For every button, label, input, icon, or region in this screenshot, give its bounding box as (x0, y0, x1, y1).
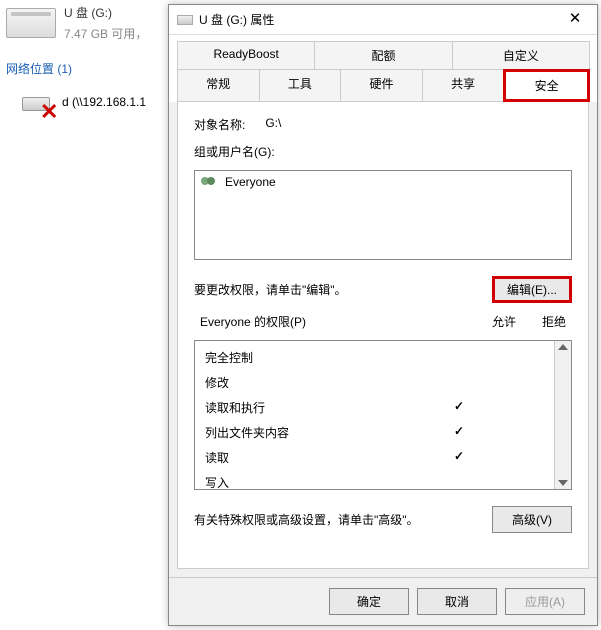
permission-marks: ✓ (454, 399, 544, 416)
disconnected-x-icon: ✕ (40, 99, 58, 125)
check-icon: ✓ (454, 424, 464, 441)
group-item-everyone[interactable]: Everyone (197, 173, 569, 191)
tab-security[interactable]: 安全 (503, 69, 590, 102)
tab-readyboost[interactable]: ReadyBoost (177, 41, 315, 69)
object-name-value: G:\ (265, 116, 281, 133)
check-icon: ✓ (454, 449, 464, 466)
permission-marks (454, 474, 544, 491)
permissions-listbox[interactable]: 完全控制修改读取和执行 ✓ 列出文件夹内容 ✓ 读取 ✓ 写入 (194, 340, 572, 490)
close-button[interactable]: ✕ (553, 5, 597, 35)
tab-general[interactable]: 常规 (177, 69, 260, 102)
tab-quota[interactable]: 配额 (314, 41, 452, 69)
usb-drive-icon (6, 8, 56, 38)
permission-name: 修改 (205, 374, 229, 391)
permission-name: 读取和执行 (205, 399, 265, 416)
permission-row: 修改 (203, 370, 546, 395)
advanced-hint: 有关特殊权限或高级设置，请单击"高级"。 (194, 511, 419, 528)
deny-header: 拒绝 (542, 313, 566, 330)
groups-label: 组或用户名(G): (194, 143, 572, 160)
titlebar[interactable]: U 盘 (G:) 属性 ✕ (169, 5, 597, 35)
dialog-title: U 盘 (G:) 属性 (199, 11, 553, 28)
groups-listbox[interactable]: Everyone (194, 170, 572, 260)
drive-item[interactable]: U 盘 (G:) 7.47 GB 可用， (0, 0, 170, 46)
drive-icon (177, 15, 193, 25)
permission-name: 完全控制 (205, 349, 253, 366)
permission-marks (454, 374, 544, 391)
network-drive-label: d (\\192.168.1.1 (62, 95, 146, 109)
permission-name: 列出文件夹内容 (205, 424, 289, 441)
tab-strip: ReadyBoost 配额 自定义 常规 工具 硬件 共享 安全 (169, 35, 597, 102)
cancel-button[interactable]: 取消 (417, 588, 497, 615)
apply-button[interactable]: 应用(A) (505, 588, 585, 615)
edit-button[interactable]: 编辑(E)... (492, 276, 572, 303)
network-drive-icon: ✕ (22, 89, 54, 115)
tab-content-security: 对象名称: G:\ 组或用户名(G): Everyone 要更改权限，请单击"编… (177, 101, 589, 569)
edit-row: 要更改权限，请单击"编辑"。 编辑(E)... (194, 276, 572, 303)
permission-marks: ✓ (454, 449, 544, 466)
advanced-button[interactable]: 高级(V) (492, 506, 572, 533)
dialog-footer: 确定 取消 应用(A) (169, 577, 597, 625)
explorer-sidebar: U 盘 (G:) 7.47 GB 可用， 网络位置 (1) ✕ d (\\192… (0, 0, 170, 630)
permission-row: 读取和执行 ✓ (203, 395, 546, 420)
object-name-row: 对象名称: G:\ (194, 116, 572, 133)
ok-button[interactable]: 确定 (329, 588, 409, 615)
permissions-header: Everyone 的权限(P) 允许 拒绝 (194, 313, 572, 330)
scrollbar[interactable] (554, 341, 571, 489)
tab-sharing[interactable]: 共享 (422, 69, 505, 102)
drive-info: U 盘 (G:) 7.47 GB 可用， (64, 4, 147, 42)
network-drive-item[interactable]: ✕ d (\\192.168.1.1 (0, 83, 170, 121)
properties-dialog: U 盘 (G:) 属性 ✕ ReadyBoost 配额 自定义 常规 工具 硬件… (168, 4, 598, 626)
permission-marks: ✓ (454, 424, 544, 441)
permission-row: 读取 ✓ (203, 445, 546, 470)
object-name-label: 对象名称: (194, 116, 245, 133)
check-icon: ✓ (454, 399, 464, 416)
permission-marks (454, 349, 544, 366)
permission-name: 写入 (205, 474, 229, 491)
advanced-row: 有关特殊权限或高级设置，请单击"高级"。 高级(V) (194, 506, 572, 533)
permission-row: 列出文件夹内容 ✓ (203, 420, 546, 445)
group-name: Everyone (225, 175, 276, 189)
group-icon (201, 175, 219, 189)
permissions-title: Everyone 的权限(P) (200, 313, 306, 330)
permission-name: 读取 (205, 449, 229, 466)
tab-custom[interactable]: 自定义 (452, 41, 590, 69)
tab-hardware[interactable]: 硬件 (340, 69, 423, 102)
section-heading-network: 网络位置 (1) (0, 46, 170, 83)
drive-sub: 7.47 GB 可用， (64, 25, 147, 42)
permission-row: 写入 (203, 470, 546, 495)
tab-tools[interactable]: 工具 (259, 69, 342, 102)
drive-label: U 盘 (G:) (64, 4, 147, 21)
allow-header: 允许 (492, 313, 516, 330)
edit-hint: 要更改权限，请单击"编辑"。 (194, 281, 347, 298)
permission-row: 完全控制 (203, 345, 546, 370)
